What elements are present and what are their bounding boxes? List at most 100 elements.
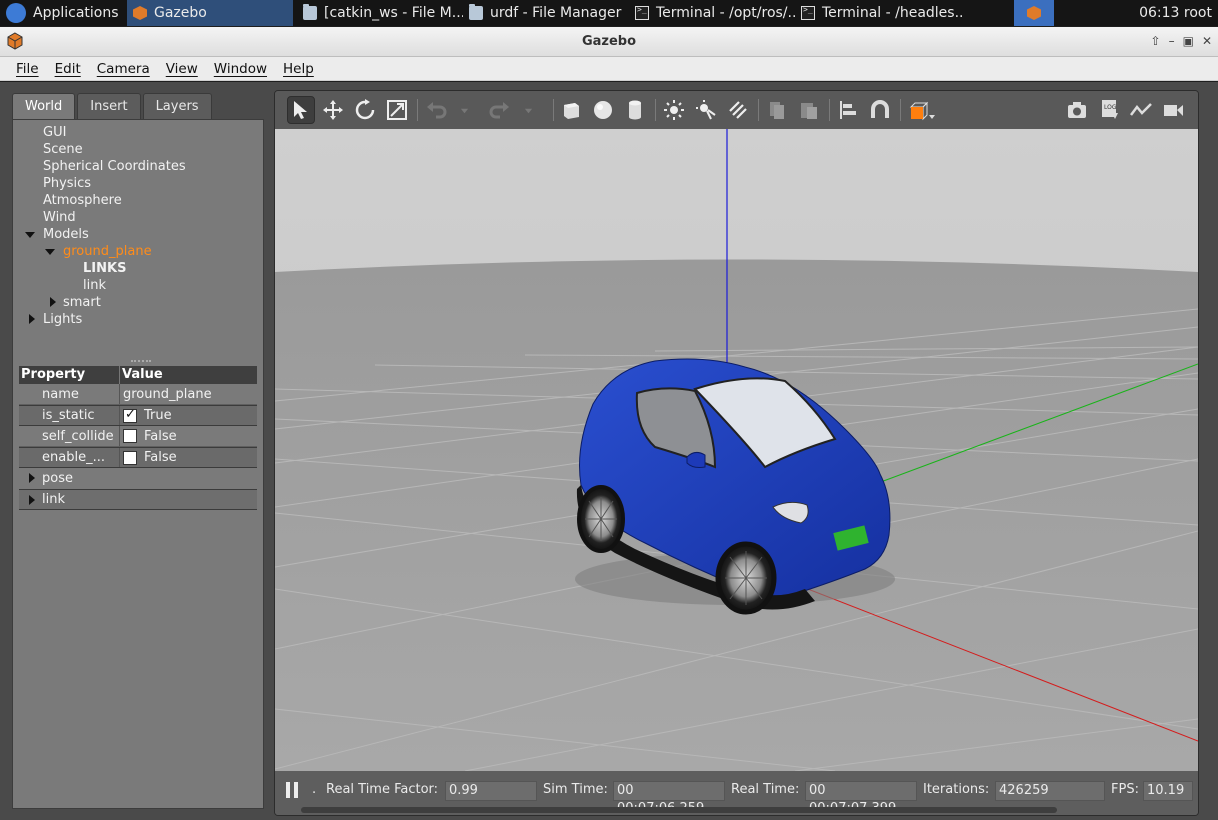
tree-item-spherical-coordinates[interactable]: Spherical Coordinates bbox=[13, 158, 263, 175]
window-title: Gazebo bbox=[581, 34, 637, 49]
enable-wind-checkbox[interactable] bbox=[123, 450, 137, 465]
undo-icon bbox=[427, 102, 447, 119]
collapse-arrow-icon[interactable] bbox=[50, 297, 56, 307]
shade-icon[interactable]: ⇧ bbox=[1151, 34, 1161, 48]
real-time-value: 00 00:07:07.399 bbox=[805, 781, 917, 815]
redo-button[interactable] bbox=[485, 96, 513, 124]
expand-arrow-icon[interactable] bbox=[45, 249, 55, 255]
select-mode-button[interactable] bbox=[287, 96, 315, 124]
tray-gazebo-button[interactable] bbox=[1014, 0, 1054, 26]
property-value: True bbox=[144, 408, 172, 423]
property-row-enable-wind: enable_... False bbox=[19, 447, 257, 468]
tree-item-lights-label: Lights bbox=[43, 312, 83, 327]
step-dot[interactable]: . bbox=[312, 782, 316, 797]
tree-item-ground-plane[interactable]: ground_plane bbox=[13, 243, 263, 260]
3d-scene-viewport[interactable] bbox=[275, 129, 1198, 771]
plot-button[interactable] bbox=[1127, 96, 1155, 124]
fps-value: 10.19 bbox=[1143, 781, 1193, 801]
menu-camera[interactable]: Camera bbox=[97, 61, 150, 77]
screenshot-button[interactable] bbox=[1063, 96, 1091, 124]
gazebo-icon bbox=[1027, 6, 1041, 20]
tab-world[interactable]: World bbox=[12, 93, 76, 119]
taskbar-window-catkin[interactable]: [catkin_ws - File M... bbox=[297, 0, 463, 26]
magnet-icon bbox=[871, 100, 889, 118]
window-titlebar[interactable]: Gazebo ⇧ – ▣ ✕ bbox=[0, 27, 1218, 57]
paste-button[interactable] bbox=[795, 96, 823, 124]
close-icon[interactable]: ✕ bbox=[1202, 34, 1212, 48]
taskbar-window-gazebo[interactable]: Gazebo bbox=[127, 0, 293, 26]
spot-light-button[interactable] bbox=[692, 96, 720, 124]
taskbar-window-terminal-headless[interactable]: Terminal - /headles... bbox=[795, 0, 965, 26]
cylinder-icon bbox=[629, 100, 641, 120]
property-group-link[interactable]: link bbox=[19, 489, 257, 510]
tree-item-lights[interactable]: Lights bbox=[13, 311, 263, 328]
translate-mode-button[interactable] bbox=[319, 96, 347, 124]
left-panel: World Insert Layers GUI Scene Spherical … bbox=[12, 90, 264, 814]
property-group-label: pose bbox=[42, 471, 73, 486]
applications-menu[interactable]: Applications bbox=[0, 0, 124, 26]
view-angle-button[interactable] bbox=[905, 96, 939, 124]
self-collide-checkbox[interactable] bbox=[123, 429, 137, 443]
property-group-label: link bbox=[42, 492, 65, 507]
sim-time-value: 00 00:07:06.259 bbox=[613, 781, 725, 815]
rotate-mode-button[interactable] bbox=[351, 96, 379, 124]
minimize-icon[interactable]: – bbox=[1169, 34, 1175, 48]
taskbar-window-label: Terminal - /headles... bbox=[822, 5, 965, 21]
property-value: ground_plane bbox=[119, 384, 257, 404]
user-name: root bbox=[1183, 5, 1212, 21]
tree-item-physics[interactable]: Physics bbox=[13, 175, 263, 192]
taskbar-window-terminal-ros[interactable]: Terminal - /opt/ros/... bbox=[629, 0, 795, 26]
menu-file[interactable]: File bbox=[16, 61, 39, 77]
align-button[interactable] bbox=[834, 96, 862, 124]
directional-light-button[interactable] bbox=[724, 96, 752, 124]
copy-button[interactable] bbox=[763, 96, 791, 124]
taskbar-window-urdf[interactable]: urdf - File Manager bbox=[463, 0, 629, 26]
tree-item-gui[interactable]: GUI bbox=[13, 124, 263, 141]
menu-edit[interactable]: Edit bbox=[55, 61, 81, 77]
box-shape-button[interactable] bbox=[557, 96, 585, 124]
iterations-value: 426259 bbox=[995, 781, 1105, 801]
fps-label: FPS: bbox=[1111, 782, 1139, 797]
iterations-label: Iterations: bbox=[923, 782, 990, 797]
pause-icon[interactable] bbox=[286, 782, 300, 800]
tree-item-atmosphere[interactable]: Atmosphere bbox=[13, 192, 263, 209]
chevron-down-icon bbox=[524, 108, 532, 113]
header-value: Value bbox=[119, 366, 257, 384]
tree-item-link[interactable]: link bbox=[13, 277, 263, 294]
sphere-icon bbox=[594, 101, 612, 119]
undo-history-dropdown[interactable] bbox=[455, 96, 473, 124]
menu-window[interactable]: Window bbox=[214, 61, 267, 77]
scale-mode-button[interactable] bbox=[383, 96, 411, 124]
point-light-button[interactable] bbox=[660, 96, 688, 124]
simulation-status-bar: . Real Time Factor: 0.99 Sim Time: 00 00… bbox=[275, 771, 1198, 815]
tree-item-smart-label: smart bbox=[63, 295, 101, 310]
property-value: False bbox=[144, 428, 177, 444]
status-scrollbar[interactable] bbox=[301, 807, 1057, 813]
tree-item-scene[interactable]: Scene bbox=[13, 141, 263, 158]
cylinder-shape-button[interactable] bbox=[621, 96, 649, 124]
tree-item-models[interactable]: Models bbox=[13, 226, 263, 243]
undo-button[interactable] bbox=[423, 96, 451, 124]
sim-time-label: Sim Time: bbox=[543, 782, 608, 797]
maximize-icon[interactable]: ▣ bbox=[1183, 34, 1194, 48]
collapse-arrow-icon[interactable] bbox=[29, 314, 35, 324]
clock[interactable]: 06:13 root bbox=[1139, 0, 1212, 26]
spot-light-icon bbox=[696, 100, 716, 120]
is-static-checkbox[interactable] bbox=[123, 407, 137, 423]
sphere-shape-button[interactable] bbox=[589, 96, 617, 124]
expand-arrow-icon[interactable] bbox=[25, 232, 35, 238]
video-record-button[interactable] bbox=[1159, 96, 1187, 124]
menu-view[interactable]: View bbox=[166, 61, 198, 77]
header-property: Property bbox=[21, 367, 86, 382]
tree-item-smart[interactable]: smart bbox=[13, 294, 263, 311]
panel-splitter-handle[interactable] bbox=[131, 360, 151, 364]
tree-item-wind[interactable]: Wind bbox=[13, 209, 263, 226]
menu-help[interactable]: Help bbox=[283, 61, 314, 77]
redo-history-dropdown[interactable] bbox=[519, 96, 537, 124]
tab-layers[interactable]: Layers bbox=[142, 93, 212, 119]
snap-button[interactable] bbox=[866, 96, 894, 124]
property-group-pose[interactable]: pose bbox=[19, 468, 257, 489]
collapse-arrow-icon bbox=[29, 473, 35, 483]
log-button[interactable]: LOG bbox=[1095, 96, 1123, 124]
tab-insert[interactable]: Insert bbox=[77, 93, 141, 119]
